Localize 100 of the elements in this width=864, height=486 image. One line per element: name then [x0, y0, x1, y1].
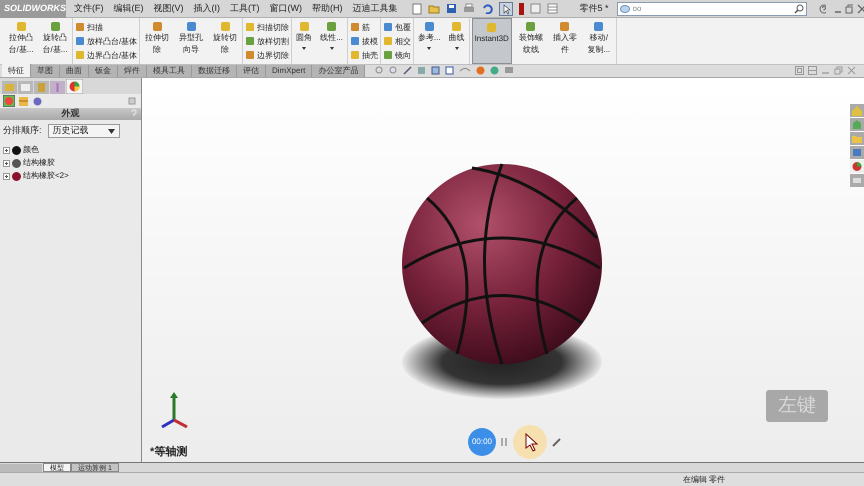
- restore-icon[interactable]: [834, 66, 843, 75]
- tool-icon: [525, 21, 536, 32]
- pencil-icon[interactable]: [403, 66, 412, 75]
- ribbon-button[interactable]: 装饰螺纹线: [516, 18, 546, 64]
- document-title: 零件5 *: [580, 2, 609, 15]
- scene-icon[interactable]: [490, 66, 500, 75]
- ribbon-button[interactable]: 移动/复制...: [584, 18, 614, 64]
- ribbon-tab[interactable]: 焊件: [118, 65, 147, 77]
- menu-item[interactable]: 迈迪工具集: [352, 2, 398, 16]
- ribbon-button[interactable]: 拉伸切除: [142, 18, 172, 64]
- close-icon[interactable]: [856, 4, 864, 14]
- printer-icon[interactable]: [462, 3, 474, 14]
- view-palette-icon[interactable]: [850, 146, 864, 159]
- menu-item[interactable]: 编辑(E): [114, 2, 144, 16]
- tool-icon: [50, 21, 60, 32]
- tool-icon: [326, 21, 338, 32]
- tool-icon: [382, 36, 393, 46]
- pointer-icon[interactable]: [498, 2, 512, 16]
- ribbon-button[interactable]: 异型孔向导: [176, 18, 206, 64]
- view-orientation-icon[interactable]: [431, 66, 440, 75]
- expand-icon[interactable]: [3, 172, 10, 180]
- ribbon-button[interactable]: 放样凸台/基体: [75, 34, 138, 48]
- ribbon-button[interactable]: 相交: [382, 34, 411, 48]
- search-icon[interactable]: [794, 4, 804, 14]
- ribbon-button[interactable]: 插入零件: [550, 18, 580, 64]
- menu-item[interactable]: 视图(V): [154, 2, 184, 16]
- ribbon-tab[interactable]: 特征: [2, 64, 31, 77]
- ribbon-button[interactable]: 线性...: [318, 18, 345, 64]
- tool-icon: [298, 21, 310, 32]
- tool-icon: [424, 21, 435, 32]
- ribbon-tab[interactable]: DimXpert: [266, 65, 312, 77]
- menu-item[interactable]: 文件(F): [74, 2, 104, 16]
- ribbon-button[interactable]: 镜向: [382, 48, 411, 62]
- ribbon-button[interactable]: 拔模: [350, 34, 378, 48]
- app-logo: SOLIDWORKS: [0, 0, 66, 18]
- ribbon-button[interactable]: 扫描切除: [245, 20, 290, 34]
- folder-icon[interactable]: [428, 3, 440, 14]
- traffic-light-icon[interactable]: [518, 2, 524, 14]
- close-icon[interactable]: [847, 66, 856, 75]
- tool-icon: [382, 50, 393, 60]
- scene-icon[interactable]: [32, 96, 43, 106]
- undo-icon[interactable]: [480, 3, 492, 14]
- ribbon-button[interactable]: 旋转切除: [210, 18, 240, 64]
- ribbon-tab[interactable]: 办公室产品: [312, 65, 366, 77]
- ribbon-tab[interactable]: 评估: [237, 65, 266, 77]
- ribbon-button[interactable]: 放样切割: [245, 34, 290, 48]
- options-icon[interactable]: [530, 3, 540, 14]
- ribbon-button[interactable]: 边界切除: [245, 48, 290, 62]
- ribbon-button[interactable]: 参考...: [416, 18, 443, 64]
- ribbon-button[interactable]: 抽壳: [350, 48, 378, 62]
- menu-item[interactable]: 窗口(W): [270, 2, 302, 16]
- layout-icon[interactable]: [546, 3, 558, 14]
- ribbon-tab[interactable]: 模具工具: [147, 65, 192, 77]
- search-field[interactable]: oo: [616, 2, 807, 16]
- appearance-sphere-icon[interactable]: [476, 66, 486, 75]
- ribbon-button[interactable]: 包覆: [382, 20, 411, 34]
- zoom-area-icon[interactable]: [389, 66, 398, 75]
- ribbon-button[interactable]: 扫描: [75, 20, 138, 34]
- ribbon-button[interactable]: 圆角: [294, 18, 314, 64]
- ribbon-tab[interactable]: 数据迁移: [192, 65, 237, 77]
- display-style-icon[interactable]: [445, 66, 454, 75]
- ribbon-button[interactable]: 旋转凸台/基...: [40, 18, 70, 64]
- tree-item[interactable]: 颜色: [23, 144, 39, 156]
- cursor-icon[interactable]: [512, 424, 548, 460]
- viewport-split-icon[interactable]: [795, 66, 804, 75]
- ribbon-button[interactable]: 筋: [350, 20, 378, 34]
- ribbon-tab[interactable]: 曲面: [60, 65, 89, 77]
- save-icon[interactable]: [446, 3, 456, 14]
- ribbon-button[interactable]: 曲线: [446, 18, 467, 64]
- menu-item[interactable]: 帮助(H): [312, 2, 342, 16]
- pen-icon[interactable]: [552, 437, 562, 447]
- zoom-icon[interactable]: [375, 66, 384, 75]
- decal-icon[interactable]: [18, 96, 29, 106]
- appearance-icon[interactable]: [850, 160, 864, 173]
- help-icon[interactable]: [818, 4, 826, 14]
- tree-item[interactable]: 结构橡胶<2>: [23, 170, 69, 182]
- restore-icon[interactable]: [845, 4, 853, 14]
- ribbon-button[interactable]: 边界凸台/基体: [75, 48, 138, 62]
- appearance-tab-icon[interactable]: [66, 79, 83, 94]
- ribbon-button[interactable]: 拉伸凸台/基...: [6, 18, 36, 64]
- new-document-icon[interactable]: [412, 2, 422, 14]
- sort-dropdown[interactable]: 历史记载: [48, 124, 120, 138]
- pause-icon[interactable]: [500, 437, 508, 447]
- tool-icon: [350, 22, 360, 32]
- color-wheel-icon[interactable]: [3, 95, 15, 107]
- tool-icon: [559, 21, 570, 32]
- tool-icon: [186, 21, 197, 32]
- menu-item[interactable]: 插入(I): [194, 2, 220, 16]
- view-name: *等轴测: [150, 444, 188, 460]
- expand-icon[interactable]: [3, 146, 10, 154]
- ribbon-tab[interactable]: 草图: [31, 65, 60, 77]
- section-view-icon[interactable]: [417, 66, 426, 75]
- monitor-icon[interactable]: [504, 66, 514, 75]
- ribbon-button[interactable]: Instant3D: [472, 18, 512, 64]
- expand-icon[interactable]: [3, 160, 10, 166]
- tree-item[interactable]: 结构橡胶: [23, 157, 55, 169]
- pin-icon[interactable]: [127, 96, 137, 106]
- menu-item[interactable]: 工具(T): [230, 2, 260, 16]
- viewport-layout-icon[interactable]: [808, 66, 817, 75]
- ribbon-tab[interactable]: 钣金: [89, 65, 118, 77]
